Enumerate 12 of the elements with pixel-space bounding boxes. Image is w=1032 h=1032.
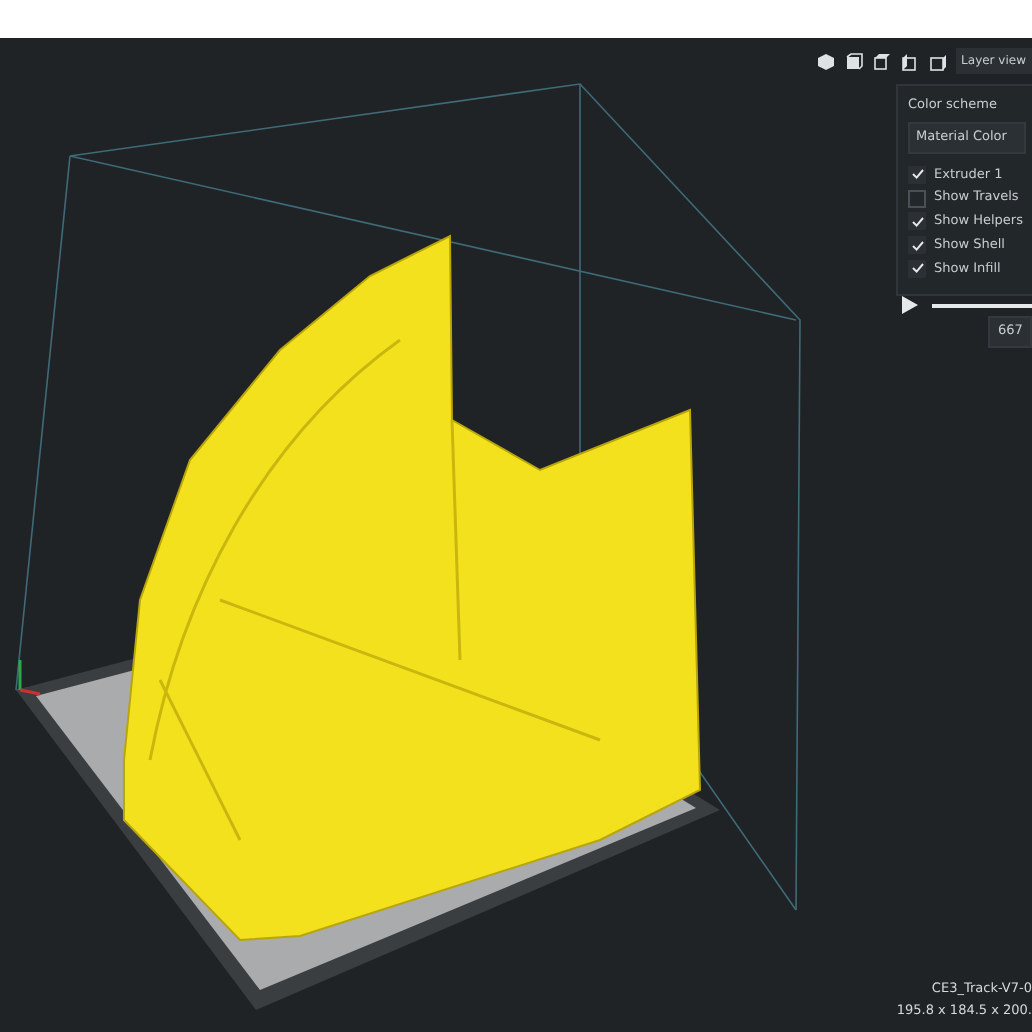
axis-drawing <box>18 660 41 696</box>
checkbox[interactable] <box>908 189 926 208</box>
checkbox[interactable] <box>908 259 926 278</box>
cube-front-icon[interactable] <box>843 51 864 71</box>
cube-top-icon[interactable] <box>871 51 892 71</box>
checkbox[interactable] <box>908 236 926 255</box>
play-icon[interactable] <box>902 296 918 314</box>
cube-icon[interactable] <box>815 51 836 71</box>
cube-right-icon[interactable] <box>927 51 948 71</box>
cube-left-icon[interactable] <box>899 51 920 71</box>
checkbox[interactable] <box>908 165 926 184</box>
checkbox[interactable] <box>908 212 926 231</box>
